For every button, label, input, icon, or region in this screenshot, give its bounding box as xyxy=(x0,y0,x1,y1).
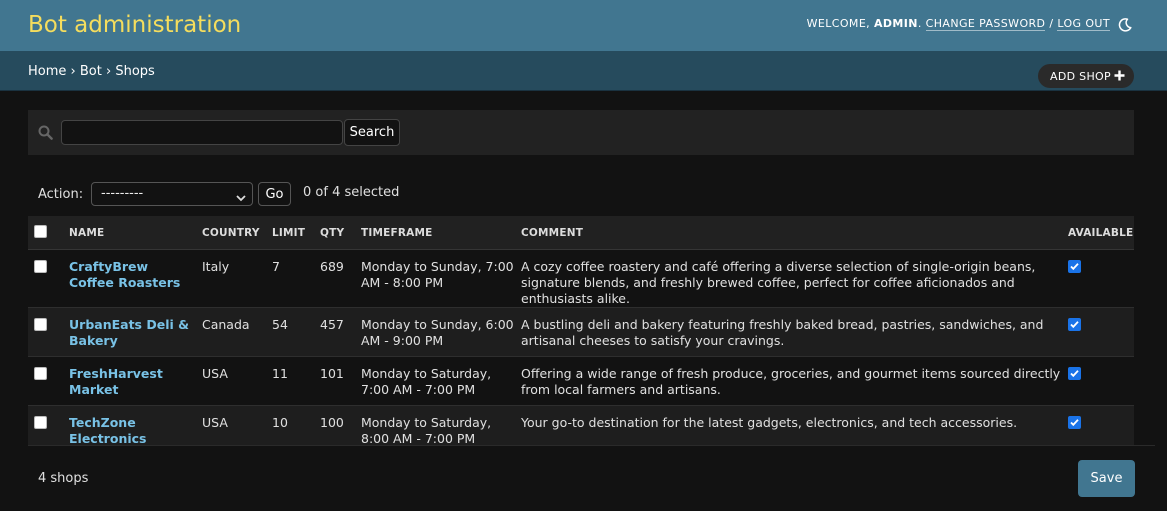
timeframe-cell: Monday to Saturday, 7:00 AM - 7:00 PM xyxy=(355,356,515,406)
row-select-cell xyxy=(28,356,63,406)
table-header-row: Name Country Limit Qty Timeframe Comment… xyxy=(28,216,1134,250)
go-button[interactable]: Go xyxy=(258,182,291,206)
add-shop-button[interactable]: Add shop xyxy=(1038,64,1134,88)
available-checkbox[interactable] xyxy=(1068,416,1081,429)
breadcrumb-current: Shops xyxy=(115,64,155,79)
available-cell xyxy=(1062,307,1134,357)
row-checkbox[interactable] xyxy=(34,260,47,273)
breadcrumb-home[interactable]: Home xyxy=(28,64,66,79)
qty-cell: 101 xyxy=(314,356,355,406)
shop-name-link[interactable]: UrbanEats Deli & Bakery xyxy=(69,317,189,348)
site-name[interactable]: Bot administration xyxy=(28,12,241,38)
column-header-limit[interactable]: Limit xyxy=(266,216,314,250)
action-bar: Action: --------- Go 0 of 4 selected xyxy=(28,178,1134,212)
limit-cell: 11 xyxy=(266,356,314,406)
breadcrumb: Home › Bot › Shops xyxy=(0,51,1167,91)
available-checkbox[interactable] xyxy=(1068,260,1081,273)
table-row: CraftyBrew Coffee Roasters Italy 7 689 M… xyxy=(28,249,1134,308)
footer-bar: 4 shops Save xyxy=(28,445,1155,510)
available-cell xyxy=(1062,249,1134,308)
row-select-cell xyxy=(28,307,63,357)
results-table: Name Country Limit Qty Timeframe Comment… xyxy=(28,216,1134,455)
table-row: FreshHarvest Market USA 11 101 Monday to… xyxy=(28,356,1134,406)
limit-cell: 54 xyxy=(266,307,314,357)
search-button[interactable]: Search xyxy=(344,119,400,146)
name-cell: CraftyBrew Coffee Roasters xyxy=(63,249,196,308)
column-header-qty[interactable]: Qty xyxy=(314,216,355,250)
comment-cell: Offering a wide range of fresh produce, … xyxy=(515,356,1062,406)
timeframe-cell: Monday to Sunday, 7:00 AM - 8:00 PM xyxy=(355,249,515,308)
comment-cell: A bustling deli and bakery featuring fre… xyxy=(515,307,1062,357)
search-icon xyxy=(38,125,53,140)
available-checkbox[interactable] xyxy=(1068,318,1081,331)
username: admin xyxy=(873,17,918,30)
header: Bot administration Welcome, admin. Chang… xyxy=(0,0,1167,51)
column-header-comment[interactable]: Comment xyxy=(515,216,1062,250)
available-checkbox[interactable] xyxy=(1068,367,1081,380)
row-checkbox[interactable] xyxy=(34,367,47,380)
user-tools: Welcome, admin. Change password / Log ou… xyxy=(806,17,1110,31)
plus-icon xyxy=(1113,69,1126,82)
search-bar: Search xyxy=(28,110,1134,155)
breadcrumb-app[interactable]: Bot xyxy=(80,64,102,79)
available-cell xyxy=(1062,356,1134,406)
shop-name-link[interactable]: CraftyBrew Coffee Roasters xyxy=(69,259,180,290)
column-header-name[interactable]: Name xyxy=(63,216,196,250)
selection-count: 0 of 4 selected xyxy=(303,185,400,200)
row-checkbox[interactable] xyxy=(34,318,47,331)
qty-cell: 689 xyxy=(314,249,355,308)
results-count: 4 shops xyxy=(38,471,89,486)
change-password-link[interactable]: Change password xyxy=(925,17,1046,31)
log-out-link[interactable]: Log out xyxy=(1057,17,1110,31)
select-all-checkbox[interactable] xyxy=(34,225,47,238)
name-cell: UrbanEats Deli & Bakery xyxy=(63,307,196,357)
shop-name-link[interactable]: FreshHarvest Market xyxy=(69,366,163,397)
name-cell: FreshHarvest Market xyxy=(63,356,196,406)
comment-cell: A cozy coffee roastery and café offering… xyxy=(515,249,1062,308)
action-selected-value: --------- xyxy=(101,186,144,201)
column-header-country[interactable]: Country xyxy=(196,216,266,250)
timeframe-cell: Monday to Sunday, 6:00 AM - 9:00 PM xyxy=(355,307,515,357)
row-select-cell xyxy=(28,249,63,308)
breadcrumb-separator: › xyxy=(106,64,112,79)
add-shop-label: Add shop xyxy=(1050,70,1111,83)
breadcrumb-separator: › xyxy=(70,64,76,79)
save-button[interactable]: Save xyxy=(1078,460,1135,497)
column-header-timeframe[interactable]: Timeframe xyxy=(355,216,515,250)
shop-name-link[interactable]: TechZone Electronics xyxy=(69,415,146,446)
welcome-text: Welcome, xyxy=(806,17,871,30)
limit-cell: 7 xyxy=(266,249,314,308)
search-input[interactable] xyxy=(61,120,343,145)
select-all-cell xyxy=(28,216,63,250)
moon-icon[interactable] xyxy=(1117,17,1133,33)
action-label: Action: xyxy=(38,187,84,202)
chevron-down-icon xyxy=(236,191,246,202)
action-select[interactable]: --------- xyxy=(91,182,253,206)
column-header-available[interactable]: Available xyxy=(1062,216,1134,250)
qty-cell: 457 xyxy=(314,307,355,357)
table-row: UrbanEats Deli & Bakery Canada 54 457 Mo… xyxy=(28,307,1134,357)
row-checkbox[interactable] xyxy=(34,416,47,429)
link-separator: / xyxy=(1049,17,1054,30)
country-cell: USA xyxy=(196,356,266,406)
country-cell: Italy xyxy=(196,249,266,308)
country-cell: Canada xyxy=(196,307,266,357)
